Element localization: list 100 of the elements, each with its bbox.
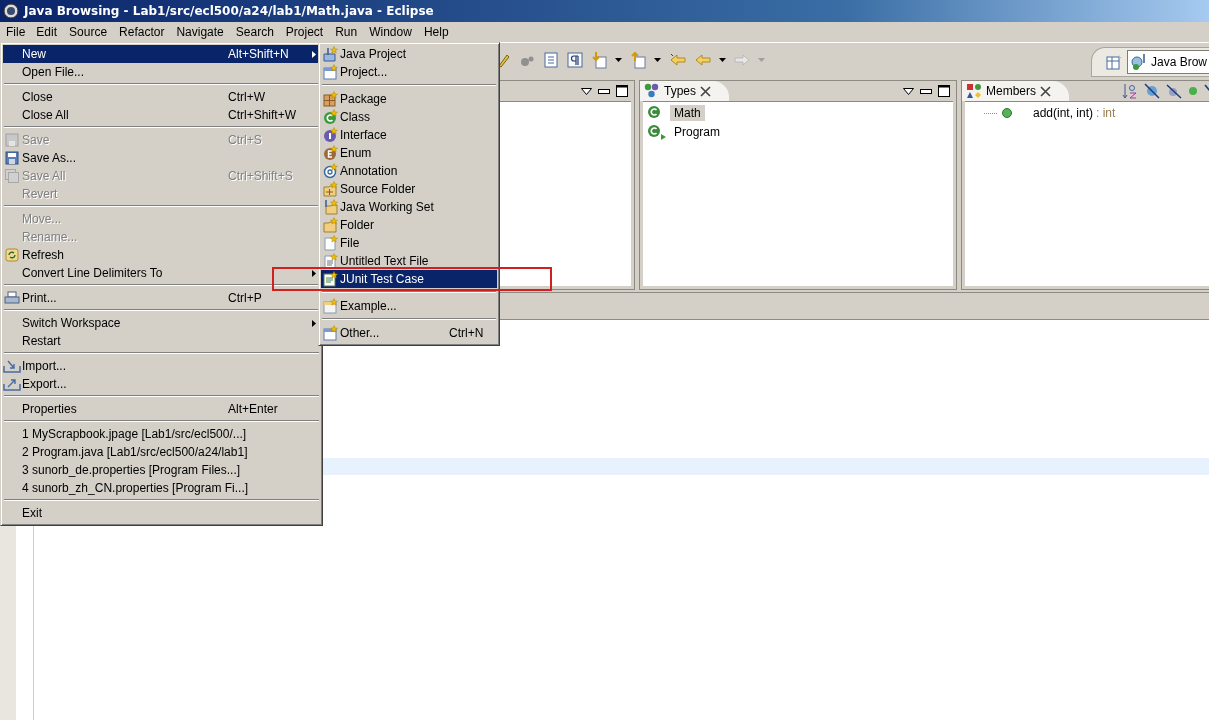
- tree-item[interactable]: Program: [670, 124, 724, 140]
- menu-title[interactable]: Source: [63, 22, 114, 42]
- menu-item[interactable]: Properties Alt+Enter: [3, 400, 320, 418]
- menu-item[interactable]: 4 sunorb_zh_CN.properties [Program Fi...]: [3, 479, 320, 497]
- caret-icon[interactable]: [654, 58, 661, 62]
- method-signature[interactable]: add(int, int): [1033, 106, 1094, 120]
- hide-fields-icon[interactable]: [1144, 83, 1160, 99]
- minimize-icon[interactable]: [598, 88, 610, 94]
- working-set-icon: [322, 199, 338, 215]
- java-project-icon: [322, 46, 338, 62]
- shortcut-text: Alt+Shift+N: [228, 47, 290, 61]
- shortcut-text: Ctrl+P: [228, 291, 263, 305]
- menu-title[interactable]: Navigate: [170, 22, 230, 42]
- folder-icon: [322, 217, 338, 233]
- menu-item[interactable]: Restart: [3, 332, 320, 350]
- file-icon: [322, 235, 338, 251]
- menu-item[interactable]: Java Working Set: [321, 198, 497, 216]
- view-tab[interactable]: Types: [640, 81, 729, 101]
- menu-item[interactable]: Export...: [3, 375, 320, 393]
- perspective-button[interactable]: Java Brow: [1126, 50, 1209, 74]
- interface-icon: [322, 127, 338, 143]
- shortcut-text: Ctrl+W: [228, 90, 266, 104]
- menu-title[interactable]: Search: [229, 22, 280, 42]
- close-icon[interactable]: [1040, 85, 1051, 97]
- maximize-icon[interactable]: [616, 85, 628, 97]
- minimize-icon[interactable]: [920, 88, 932, 94]
- open-perspective-icon[interactable]: [1105, 54, 1122, 70]
- sort-icon[interactable]: [1122, 83, 1138, 99]
- menu-item[interactable]: Project...: [321, 63, 497, 81]
- window-title: Java Browsing - Lab1/src/ecl500/a24/lab1/Math.java - Eclipse: [24, 4, 434, 18]
- export-icon: [3, 377, 21, 391]
- menu-item[interactable]: 2 Program.java [Lab1/src/ecl500/a24/lab1]: [3, 443, 320, 461]
- test-case-icon: [322, 271, 338, 287]
- menu-item[interactable]: New Alt+Shift+N: [3, 45, 320, 63]
- menu-item[interactable]: 3 sunorb_de.properties [Program Files...]: [3, 461, 320, 479]
- menu-title[interactable]: Run: [329, 22, 364, 42]
- java-browsing-icon: [1129, 53, 1148, 71]
- shortcut-text: Ctrl+Shift+S: [228, 169, 294, 183]
- submenu-arrow-icon: [312, 269, 316, 277]
- document-icon[interactable]: [543, 52, 559, 68]
- text-file-icon: [322, 253, 338, 269]
- menu-title[interactable]: File: [1, 23, 31, 41]
- wizard-icon: [322, 325, 338, 341]
- view-title: Members: [986, 84, 1036, 98]
- menu-item[interactable]: JUnit Test Case: [321, 270, 497, 288]
- annotation-icon: [322, 163, 338, 179]
- floppy-disks-icon: [5, 169, 19, 183]
- project-icon: [322, 64, 338, 80]
- menu-item[interactable]: Exit: [3, 504, 320, 522]
- menu-item[interactable]: Class: [321, 108, 497, 126]
- menu-item[interactable]: File: [321, 234, 497, 252]
- menu-item[interactable]: Untitled Text File: [321, 252, 497, 270]
- menu-item[interactable]: Switch Workspace: [3, 314, 320, 332]
- view-menu-icon[interactable]: [581, 87, 592, 95]
- menu-item[interactable]: Folder: [321, 216, 497, 234]
- import-icon: [3, 359, 21, 373]
- menu-item[interactable]: Open File...: [3, 63, 320, 81]
- maximize-icon[interactable]: [938, 85, 950, 97]
- menu-title[interactable]: Edit: [30, 22, 64, 42]
- menu-item[interactable]: Refresh: [3, 246, 320, 264]
- menu-item[interactable]: Enum: [321, 144, 497, 162]
- menu-item[interactable]: Java Project: [321, 45, 497, 63]
- source-folder-icon: [322, 181, 338, 197]
- view-tab[interactable]: Members: [962, 81, 1069, 101]
- menu-item[interactable]: Annotation: [321, 162, 497, 180]
- tree-item[interactable]: Math: [670, 105, 705, 121]
- view-menu-icon[interactable]: [903, 87, 914, 95]
- brush-icon[interactable]: [497, 52, 511, 68]
- shortcut-text: Ctrl+Shift+W: [228, 108, 297, 122]
- menu-item[interactable]: Close Ctrl+W: [3, 88, 320, 106]
- menu-title[interactable]: Refactor: [113, 22, 171, 42]
- menu-item[interactable]: Source Folder: [321, 180, 497, 198]
- menu-title[interactable]: Help: [417, 22, 455, 42]
- submenu-arrow-icon: [312, 319, 316, 327]
- menu-item[interactable]: Example...: [321, 297, 497, 315]
- menu-title[interactable]: Project: [279, 22, 330, 42]
- runnable-class-icon: [647, 124, 667, 140]
- menu-item[interactable]: Close All Ctrl+Shift+W: [3, 106, 320, 124]
- menu-item[interactable]: Save As...: [3, 149, 320, 167]
- caret-icon[interactable]: [719, 58, 726, 62]
- menu-item[interactable]: Other... Ctrl+N: [321, 324, 497, 342]
- eclipse-logo-icon: [3, 3, 19, 19]
- menu-item[interactable]: Print... Ctrl+P: [3, 289, 320, 307]
- hide-static-icon[interactable]: [1166, 83, 1182, 99]
- menu-item[interactable]: Interface: [321, 126, 497, 144]
- menu-item[interactable]: 1 MyScrapbook.jpage [Lab1/src/ecl500/...]: [3, 425, 320, 443]
- menu-item[interactable]: Package: [321, 90, 497, 108]
- menu-title[interactable]: Window: [363, 22, 418, 42]
- pilcrow-icon[interactable]: [567, 52, 583, 68]
- view-title: Types: [664, 84, 696, 98]
- close-icon[interactable]: [700, 85, 711, 97]
- printer-icon: [4, 291, 20, 305]
- menu-item[interactable]: Convert Line Delimiters To: [3, 264, 320, 282]
- tree-connector-icon: [984, 112, 998, 114]
- refresh-icon: [5, 248, 19, 262]
- shortcut-text: Alt+Enter: [228, 402, 279, 416]
- menu-item[interactable]: Import...: [3, 357, 320, 375]
- enum-icon: [322, 145, 338, 161]
- caret-icon[interactable]: [615, 58, 622, 62]
- members-icon: [966, 83, 982, 99]
